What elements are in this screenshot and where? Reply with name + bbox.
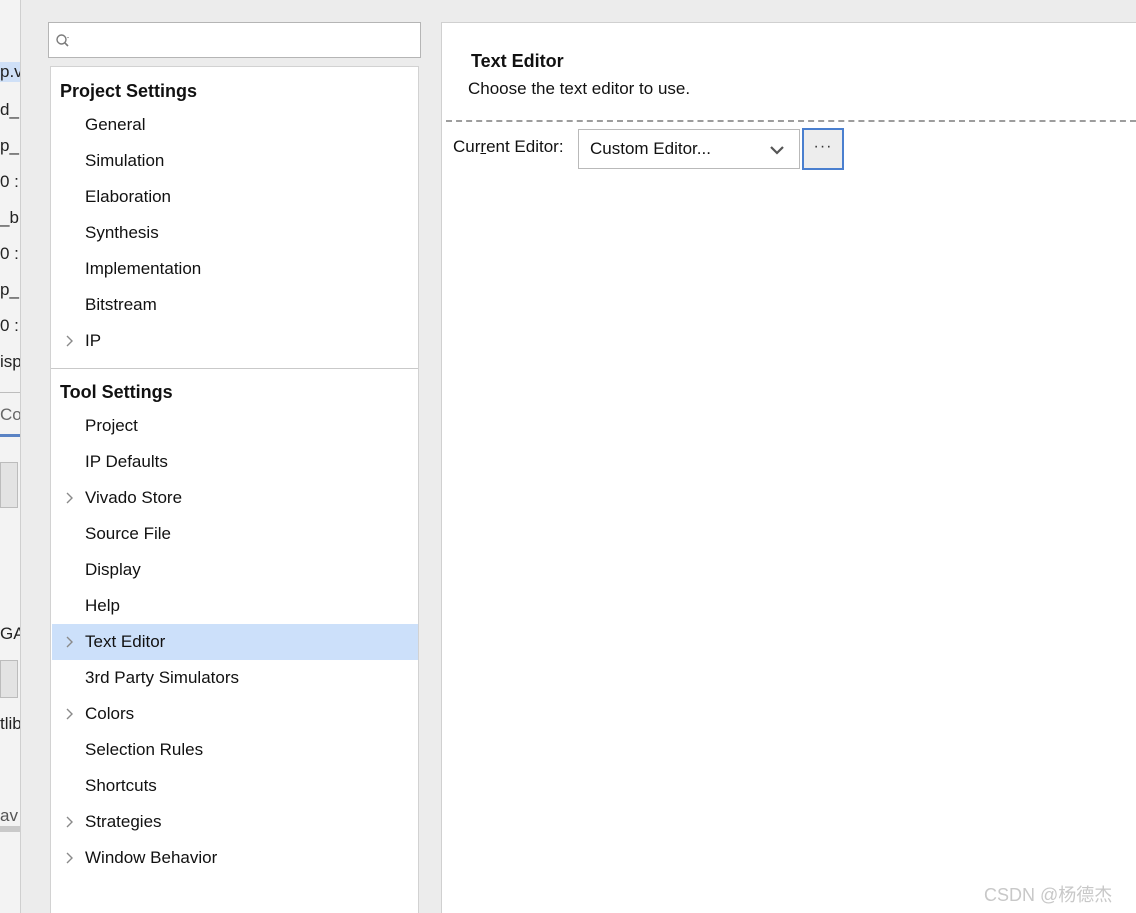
tree-item-selection-rules[interactable]: Selection Rules — [52, 732, 418, 768]
settings-search-box[interactable] — [48, 22, 421, 58]
tree-item-label: Vivado Store — [85, 488, 183, 507]
settings-navigation-pane: Project Settings General Simulation Elab… — [40, 14, 430, 913]
tree-item-label: Selection Rules — [85, 740, 204, 759]
tree-item-simulation[interactable]: Simulation — [52, 143, 418, 179]
tree-item-display[interactable]: Display — [52, 552, 418, 588]
tree-item-label: Synthesis — [85, 223, 159, 242]
tree-item-label: Display — [85, 560, 141, 579]
bg-fragment: 0 : — [0, 316, 19, 335]
tree-item-label: Colors — [85, 704, 135, 723]
tree-item-label: Strategies — [85, 812, 162, 831]
tree-item-label: Project — [85, 416, 138, 435]
page-description: Choose the text editor to use. — [468, 79, 691, 98]
tree-item-label: Bitstream — [85, 295, 157, 314]
chevron-right-icon[interactable] — [65, 816, 75, 828]
chevron-down-icon — [770, 146, 784, 155]
tree-item-label: General — [85, 115, 146, 134]
bg-fragment: p.v — [0, 62, 21, 82]
search-icon — [56, 34, 69, 47]
browse-editor-button[interactable]: ··· — [802, 128, 844, 170]
bg-fragment: p_ — [0, 136, 19, 155]
tree-item-source-file[interactable]: Source File — [52, 516, 418, 552]
page-title: Text Editor — [471, 51, 564, 71]
chevron-right-icon[interactable] — [65, 335, 75, 347]
tree-item-label: Elaboration — [85, 187, 172, 206]
tree-item-label: Implementation — [85, 259, 202, 278]
tree-item-general[interactable]: General — [52, 107, 418, 143]
section-divider — [51, 368, 418, 369]
bg-panel — [0, 660, 18, 698]
bg-fragment: _b — [0, 208, 19, 227]
tree-item-3rd-party-simulators[interactable]: 3rd Party Simulators — [52, 660, 418, 696]
tree-item-elaboration[interactable]: Elaboration — [52, 179, 418, 215]
dashed-divider — [446, 120, 1136, 122]
tree-item-text-editor[interactable]: Text Editor — [52, 624, 418, 660]
current-editor-dropdown[interactable]: Custom Editor... — [578, 129, 800, 169]
tree-item-label: Simulation — [85, 151, 165, 170]
tree-item-synthesis[interactable]: Synthesis — [52, 215, 418, 251]
bg-tab-indicator — [0, 434, 20, 437]
tree-item-help[interactable]: Help — [52, 588, 418, 624]
tree-item-label: 3rd Party Simulators — [85, 668, 239, 687]
chevron-right-icon[interactable] — [65, 636, 75, 648]
tree-item-project[interactable]: Project — [52, 408, 418, 444]
tree-item-strategies[interactable]: Strategies — [52, 804, 418, 840]
tree-item-vivado-store[interactable]: Vivado Store — [52, 480, 418, 516]
watermark: CSDN @杨德杰 — [984, 885, 1113, 905]
tree-item-label: Source File — [85, 524, 171, 543]
tree-item-label: Window Behavior — [85, 848, 218, 867]
tree-item-label: IP — [85, 331, 102, 350]
label-part: Cur — [453, 137, 481, 156]
bg-fragment: Co — [0, 405, 21, 424]
bg-fragment: GA — [0, 624, 20, 643]
tree-item-label: Shortcuts — [85, 776, 157, 795]
current-editor-label: Current Editor: — [453, 137, 564, 157]
bg-scroll — [0, 826, 20, 832]
chevron-right-icon[interactable] — [65, 492, 75, 504]
settings-content-pane: Text Editor Choose the text editor to us… — [441, 22, 1136, 913]
tree-item-ip-defaults[interactable]: IP Defaults — [52, 444, 418, 480]
project-settings-heading: Project Settings — [60, 81, 198, 101]
bg-fragment: tlib — [0, 714, 21, 733]
bg-fragment: d_ — [0, 100, 19, 119]
bg-fragment: p_b — [0, 280, 20, 299]
search-input[interactable] — [77, 27, 411, 55]
tree-item-label: IP Defaults — [85, 452, 168, 471]
dropdown-value: Custom Editor... — [590, 139, 711, 158]
bg-fragment: isp — [0, 352, 21, 371]
tree-item-implementation[interactable]: Implementation — [52, 251, 418, 287]
bg-panel — [0, 462, 18, 508]
tree-item-label: Text Editor — [85, 632, 166, 651]
tree-item-window-behavior[interactable]: Window Behavior — [52, 840, 418, 876]
tree-item-shortcuts[interactable]: Shortcuts — [52, 768, 418, 804]
tool-settings-heading: Tool Settings — [60, 382, 173, 402]
tree-item-label: Help — [85, 596, 120, 615]
tree-item-bitstream[interactable]: Bitstream — [52, 287, 418, 323]
settings-tree: Project Settings General Simulation Elab… — [50, 66, 419, 913]
bg-fragment: 0 : — [0, 172, 19, 191]
chevron-right-icon[interactable] — [65, 708, 75, 720]
bg-fragment: av — [0, 806, 18, 825]
tree-item-colors[interactable]: Colors — [52, 696, 418, 732]
tree-item-ip[interactable]: IP — [52, 323, 418, 359]
bg-divider — [0, 392, 20, 393]
background-window-strip: p.v d_ p_ 0 : _b 0 : p_b 0 : isp Co GA t… — [0, 0, 21, 913]
chevron-right-icon[interactable] — [65, 852, 75, 864]
label-part: ent Editor: — [486, 137, 564, 156]
bg-fragment: 0 : — [0, 244, 19, 263]
